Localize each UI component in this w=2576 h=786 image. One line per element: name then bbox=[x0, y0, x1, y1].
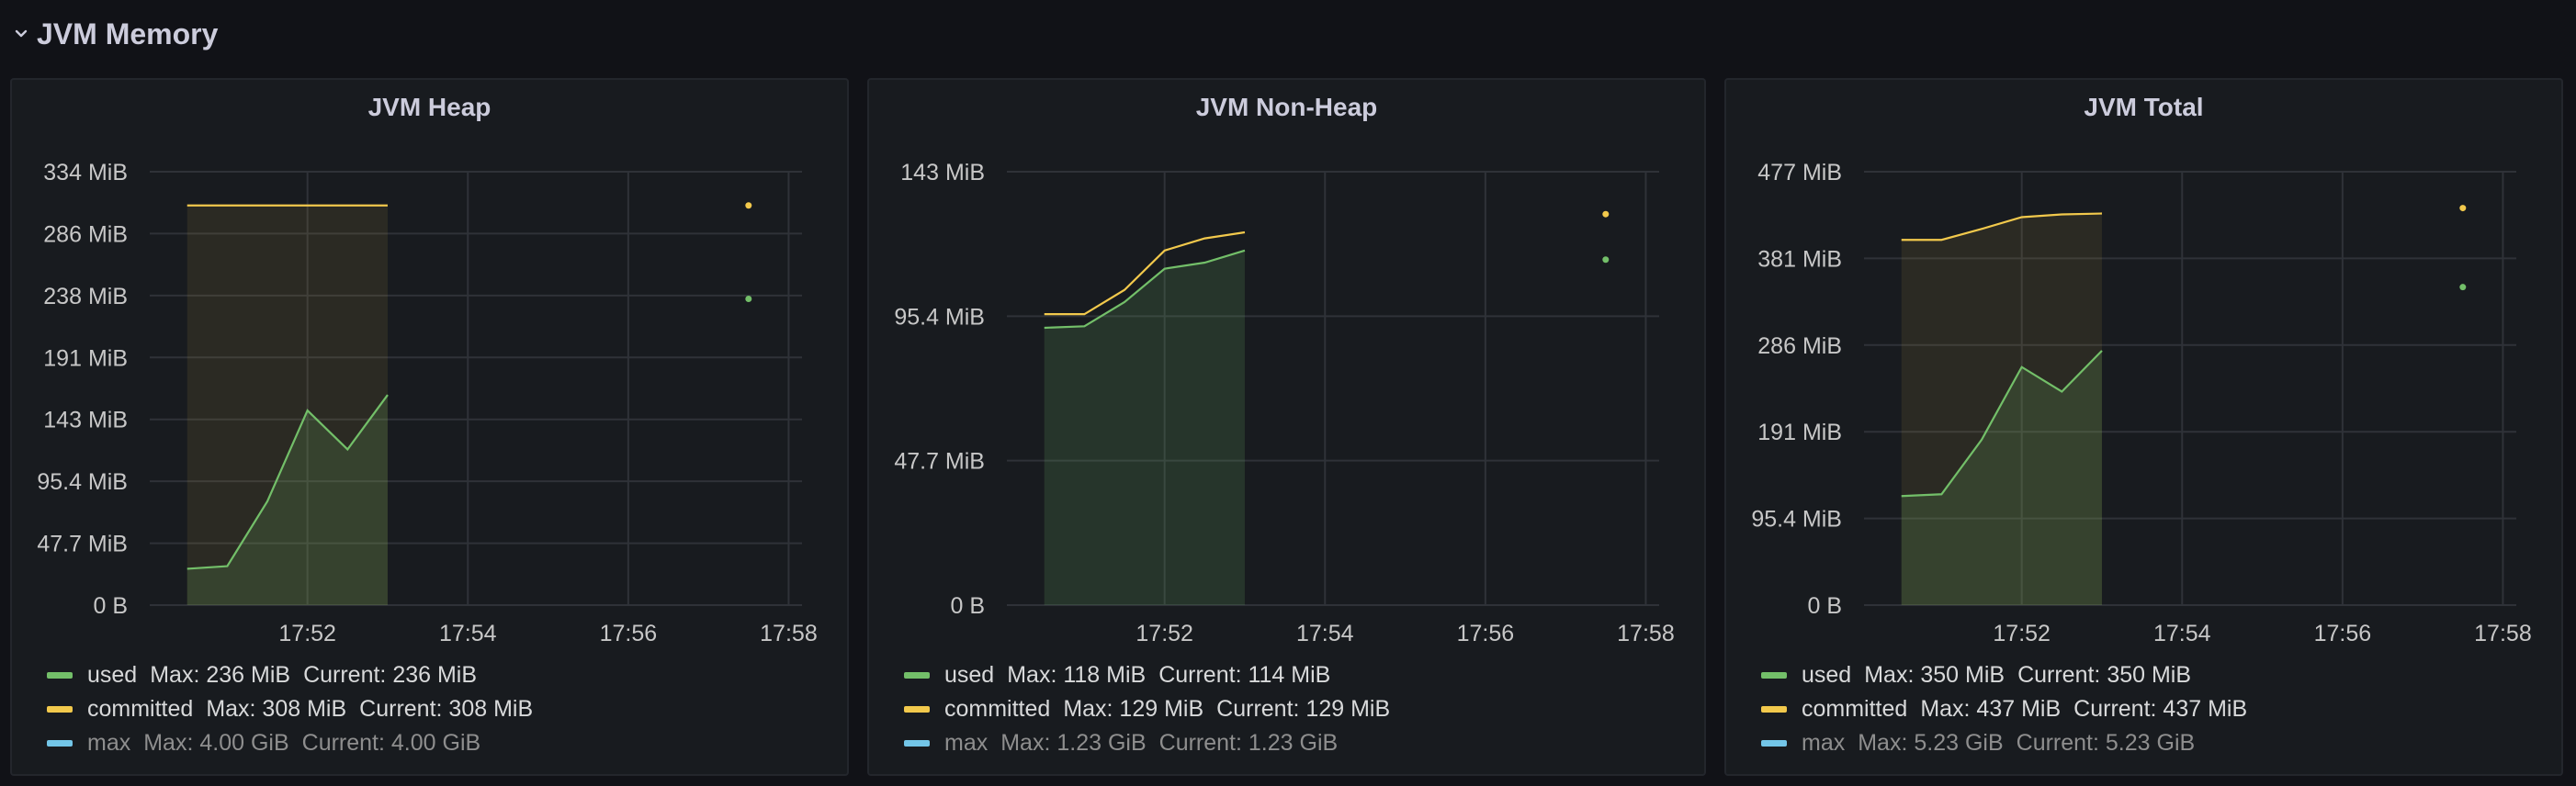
x-tick-label: 17:56 bbox=[1457, 621, 1515, 646]
legend-max-value: Max: 308 MiB bbox=[206, 696, 347, 722]
panel-jvm-total[interactable]: JVM Total 477 MiB 381 MiB 286 MiB 191 MiB 95… bbox=[1724, 78, 2563, 776]
y-tick-label: 334 MiB bbox=[43, 160, 128, 185]
chart-plot: 477 MiB 381 MiB 286 MiB 191 MiB 95.4 MiB 0 B 1… bbox=[1751, 160, 2532, 646]
chart-plot: 143 MiB 95.4 MiB 47.7 MiB 0 B 17:52 17:54 17:5… bbox=[894, 160, 1675, 646]
x-tick-label: 17:52 bbox=[278, 621, 336, 646]
y-tick-label: 47.7 MiB bbox=[37, 532, 128, 557]
legend-series-name: max bbox=[944, 730, 989, 756]
x-tick-label: 17:54 bbox=[2153, 621, 2211, 646]
legend-swatch bbox=[1761, 706, 1787, 713]
legend-swatch bbox=[904, 740, 930, 747]
legend-max-value: Max: 4.00 GiB bbox=[143, 730, 289, 756]
y-tick-label: 95.4 MiB bbox=[37, 469, 128, 495]
legend-series-name: committed bbox=[87, 696, 194, 722]
legend-max-value: Max: 437 MiB bbox=[1920, 696, 2062, 722]
legend-series-name: used bbox=[87, 662, 138, 688]
legend-swatch bbox=[904, 706, 930, 713]
panel-jvm-non-heap[interactable]: JVM Non-Heap 143 MiB 95.4 MiB 47.7 MiB 0 B1… bbox=[867, 78, 1706, 776]
legend: used Max: 236 MiB Current: 236 MiB committe… bbox=[47, 658, 546, 760]
legend-current-value: Current: 1.23 GiB bbox=[1158, 730, 1339, 756]
legend-current-value: Current: 129 MiB bbox=[1216, 696, 1391, 722]
y-tick-label: 47.7 MiB bbox=[894, 449, 985, 475]
isolated-point-committed bbox=[1602, 210, 1610, 218]
y-tick-label: 286 MiB bbox=[43, 221, 128, 247]
legend-item-used[interactable]: used Max: 236 MiB Current: 236 MiB bbox=[47, 658, 546, 692]
y-tick-label: 95.4 MiB bbox=[1751, 507, 1842, 533]
legend-item-used[interactable]: used Max: 350 MiB Current: 350 MiB bbox=[1761, 658, 2260, 692]
y-tick-label: 238 MiB bbox=[43, 284, 128, 309]
y-tick-label: 191 MiB bbox=[1757, 420, 1842, 445]
row-collapse-toggle[interactable]: JVM Memory bbox=[13, 13, 218, 55]
legend-series-name: max bbox=[1802, 730, 1846, 756]
panel-jvm-heap[interactable]: JVM Heap 334 MiB 286 MiB 238 MiB 191 MiB 143… bbox=[10, 78, 849, 776]
x-tick-label: 17:58 bbox=[760, 621, 818, 646]
legend-item-max[interactable]: max Max: 5.23 GiB Current: 5.23 GiB bbox=[1761, 726, 2260, 760]
y-tick-label: 191 MiB bbox=[43, 345, 128, 371]
y-tick-label: 477 MiB bbox=[1757, 160, 1842, 185]
x-tick-label: 17:58 bbox=[1617, 621, 1675, 646]
legend-series-name: committed bbox=[944, 696, 1051, 722]
legend-item-used[interactable]: used Max: 118 MiB Current: 114 MiB bbox=[904, 658, 1403, 692]
legend-current-value: Current: 114 MiB bbox=[1158, 662, 1331, 688]
legend-current-value: Current: 308 MiB bbox=[359, 696, 534, 722]
isolated-point-used bbox=[2459, 284, 2467, 291]
isolated-point-committed bbox=[745, 202, 752, 209]
legend-max-value: Max: 1.23 GiB bbox=[1000, 730, 1147, 756]
row-title: JVM Memory bbox=[37, 17, 219, 51]
legend-series-name: max bbox=[87, 730, 131, 756]
legend-swatch bbox=[47, 672, 73, 679]
legend-swatch bbox=[1761, 672, 1787, 679]
chart-plot: 334 MiB 286 MiB 238 MiB 191 MiB 143 MiB 95.4 … bbox=[37, 160, 818, 646]
chevron-down-icon bbox=[13, 26, 29, 42]
x-tick-label: 17:58 bbox=[2474, 621, 2532, 646]
legend-item-max[interactable]: max Max: 4.00 GiB Current: 4.00 GiB bbox=[47, 726, 546, 760]
legend-max-value: Max: 350 MiB bbox=[1864, 662, 2005, 688]
legend-current-value: Current: 4.00 GiB bbox=[301, 730, 481, 756]
isolated-point-committed bbox=[2459, 205, 2467, 212]
x-tick-label: 17:54 bbox=[439, 621, 497, 646]
legend-max-value: Max: 5.23 GiB bbox=[1858, 730, 2004, 756]
legend-current-value: Current: 5.23 GiB bbox=[2016, 730, 2196, 756]
legend: used Max: 118 MiB Current: 114 MiB committe… bbox=[904, 658, 1403, 760]
legend-max-value: Max: 129 MiB bbox=[1063, 696, 1204, 722]
y-tick-label: 143 MiB bbox=[43, 408, 128, 433]
x-tick-label: 17:56 bbox=[2314, 621, 2372, 646]
series-area-used bbox=[1044, 250, 1245, 605]
y-tick-label: 381 MiB bbox=[1757, 246, 1842, 272]
x-tick-label: 17:52 bbox=[1993, 621, 2051, 646]
legend-series-name: used bbox=[1802, 662, 1852, 688]
y-tick-label: 0 B bbox=[1807, 593, 1842, 619]
legend-current-value: Current: 350 MiB bbox=[2017, 662, 2192, 688]
legend-item-committed[interactable]: committed Max: 437 MiB Current: 437 MiB bbox=[1761, 692, 2260, 726]
x-tick-label: 17:54 bbox=[1296, 621, 1354, 646]
legend-swatch bbox=[47, 706, 73, 713]
legend-swatch bbox=[904, 672, 930, 679]
legend-current-value: Current: 236 MiB bbox=[303, 662, 478, 688]
legend-swatch bbox=[1761, 740, 1787, 747]
isolated-point-used bbox=[745, 295, 752, 302]
legend-series-name: committed bbox=[1802, 696, 1908, 722]
legend-item-max[interactable]: max Max: 1.23 GiB Current: 1.23 GiB bbox=[904, 726, 1403, 760]
isolated-point-used bbox=[1602, 256, 1610, 264]
y-tick-label: 0 B bbox=[950, 593, 985, 619]
legend: used Max: 350 MiB Current: 350 MiB committe… bbox=[1761, 658, 2260, 760]
y-tick-label: 95.4 MiB bbox=[894, 304, 985, 330]
legend-current-value: Current: 437 MiB bbox=[2073, 696, 2248, 722]
y-tick-label: 286 MiB bbox=[1757, 333, 1842, 359]
y-tick-label: 143 MiB bbox=[900, 160, 985, 185]
x-tick-label: 17:52 bbox=[1135, 621, 1193, 646]
legend-series-name: used bbox=[944, 662, 995, 688]
legend-item-committed[interactable]: committed Max: 129 MiB Current: 129 MiB bbox=[904, 692, 1403, 726]
legend-item-committed[interactable]: committed Max: 308 MiB Current: 308 MiB bbox=[47, 692, 546, 726]
legend-max-value: Max: 118 MiB bbox=[1007, 662, 1147, 688]
x-tick-label: 17:56 bbox=[600, 621, 658, 646]
legend-swatch bbox=[47, 740, 73, 747]
legend-max-value: Max: 236 MiB bbox=[150, 662, 291, 688]
y-tick-label: 0 B bbox=[93, 593, 128, 619]
